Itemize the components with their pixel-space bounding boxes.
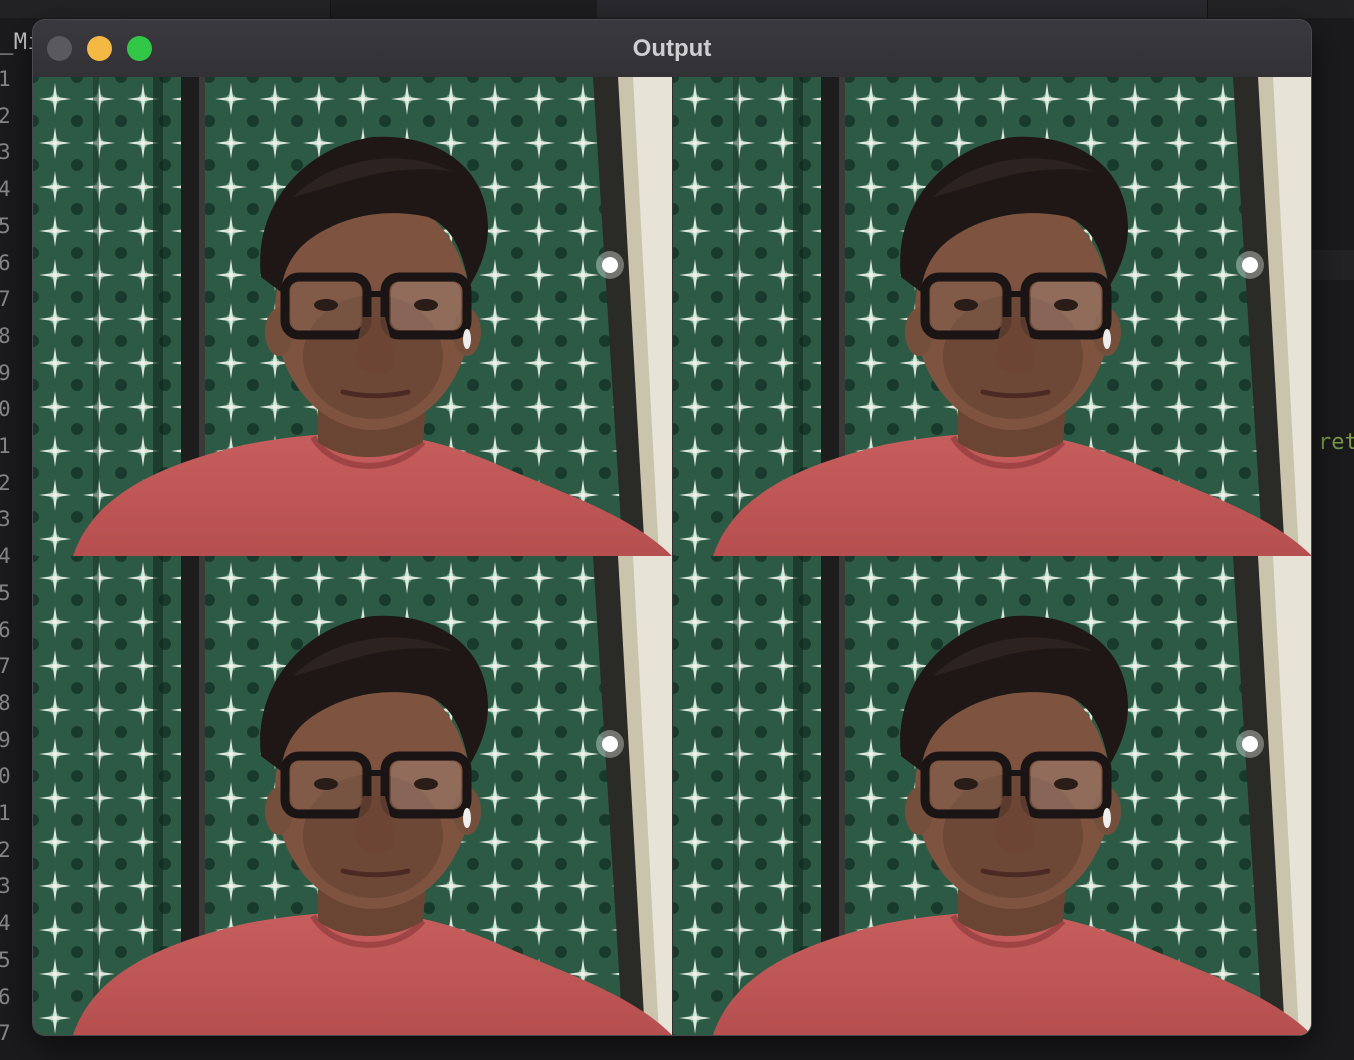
line-number: 3 bbox=[0, 507, 11, 532]
line-number: 5 bbox=[0, 580, 11, 605]
line-number: 2 bbox=[0, 470, 11, 495]
line-number: 4 bbox=[0, 911, 11, 936]
zoom-dot-icon[interactable] bbox=[127, 36, 152, 61]
editor-tab-active[interactable] bbox=[597, 0, 1208, 18]
line-number: 7 bbox=[0, 287, 11, 312]
line-number: 6 bbox=[0, 617, 11, 642]
line-number: 5 bbox=[0, 947, 11, 972]
line-number: 5 bbox=[0, 213, 11, 238]
line-number: 7 bbox=[0, 1021, 11, 1046]
line-number: 2 bbox=[0, 103, 11, 128]
line-number: 8 bbox=[0, 323, 11, 348]
editor-tab[interactable] bbox=[331, 0, 598, 18]
line-number: 9 bbox=[0, 727, 11, 752]
line-number-gutter: 1 2 3 4 5 6 7 8 9 0 1 2 3 4 5 6 7 8 9 0 1 2 3 4 5 6 7 bbox=[0, 68, 14, 1060]
output-window: Output bbox=[33, 20, 1311, 1035]
line-number: 3 bbox=[0, 140, 11, 165]
line-number: 2 bbox=[0, 837, 11, 862]
editor-tab[interactable] bbox=[1207, 0, 1354, 18]
line-number: 0 bbox=[0, 764, 11, 789]
line-number: 9 bbox=[0, 360, 11, 385]
window-title: Output bbox=[632, 35, 712, 62]
close-dot-icon[interactable] bbox=[47, 36, 72, 61]
code-text: ret bbox=[1318, 430, 1354, 455]
editor-panel bbox=[1311, 250, 1354, 280]
line-number: 1 bbox=[0, 434, 11, 458]
editor-tab-bar bbox=[0, 0, 1354, 18]
editor-tab[interactable] bbox=[0, 0, 331, 18]
line-number: 6 bbox=[0, 984, 11, 1009]
line-number: 4 bbox=[0, 177, 11, 202]
webcam-frame bbox=[673, 556, 1311, 1035]
line-number: 1 bbox=[0, 68, 11, 91]
output-canvas bbox=[33, 77, 1311, 1035]
window-titlebar[interactable]: Output bbox=[33, 20, 1311, 78]
line-number: 4 bbox=[0, 544, 11, 569]
line-number: 7 bbox=[0, 654, 11, 679]
webcam-frame bbox=[33, 77, 672, 556]
line-number: 6 bbox=[0, 250, 11, 275]
webcam-frame bbox=[33, 556, 672, 1035]
line-number: 3 bbox=[0, 874, 11, 899]
webcam-frame bbox=[673, 77, 1311, 556]
line-number: 1 bbox=[0, 801, 11, 825]
line-number: 0 bbox=[0, 397, 11, 422]
minimize-dot-icon[interactable] bbox=[87, 36, 112, 61]
line-number: 8 bbox=[0, 690, 11, 715]
